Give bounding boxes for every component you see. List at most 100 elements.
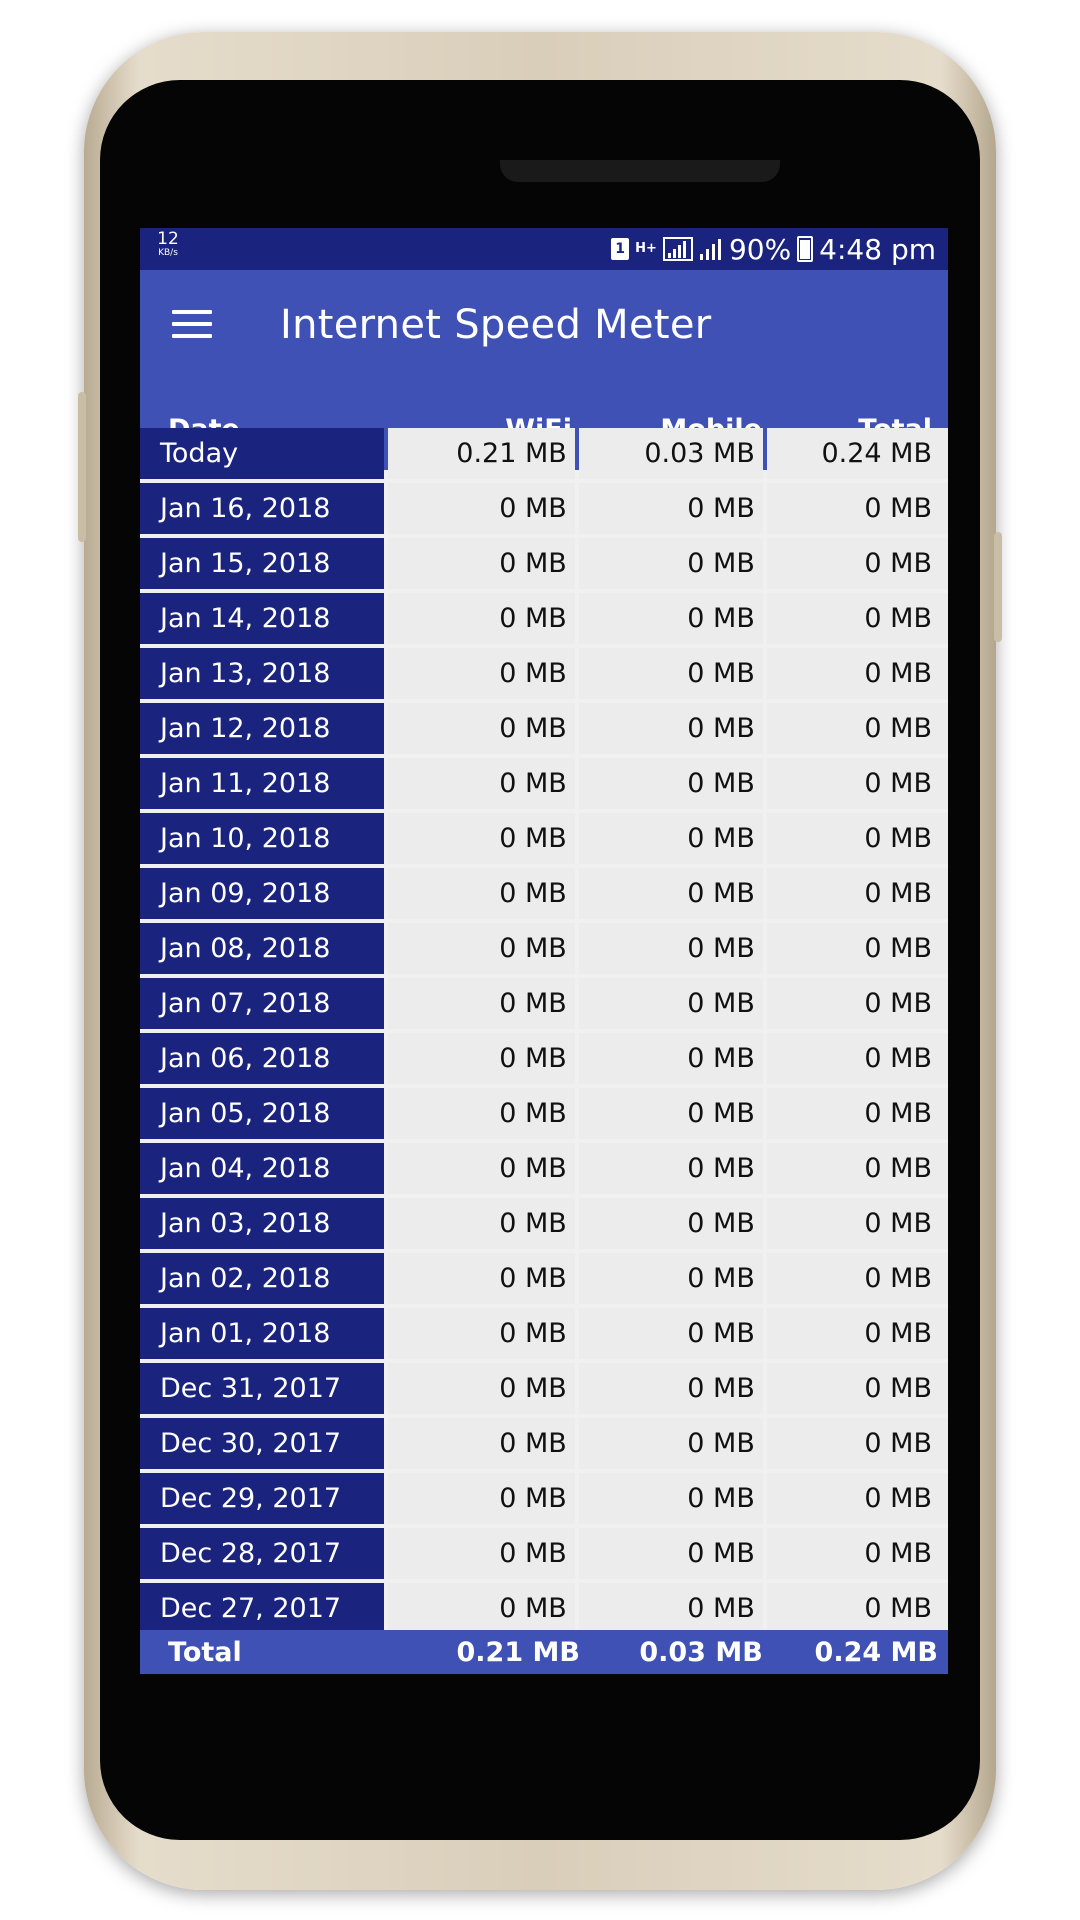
- wifi-cell: 0 MB: [387, 758, 575, 809]
- mobile-cell: 0 MB: [578, 538, 763, 589]
- table-row: Jan 06, 2018 0 MB 0 MB 0 MB: [140, 1033, 948, 1088]
- table-row: Jan 13, 2018 0 MB 0 MB 0 MB: [140, 648, 948, 703]
- total-cell: 0 MB: [766, 1198, 948, 1249]
- sim-icon: 1: [611, 238, 630, 260]
- total-cell: 0 MB: [766, 483, 948, 534]
- total-cell: 0.24 MB: [766, 428, 948, 479]
- total-cell: 0 MB: [766, 923, 948, 974]
- mobile-cell: 0 MB: [578, 1418, 763, 1469]
- date-cell: Jan 12, 2018: [140, 703, 384, 754]
- date-cell: Jan 14, 2018: [140, 593, 384, 644]
- total-cell: 0 MB: [766, 1363, 948, 1414]
- wifi-cell: 0 MB: [387, 1363, 575, 1414]
- wifi-cell: 0 MB: [387, 1253, 575, 1304]
- total-cell: 0 MB: [766, 1033, 948, 1084]
- date-cell: Dec 27, 2017: [140, 1583, 384, 1634]
- wifi-cell: 0 MB: [387, 703, 575, 754]
- signal-icon: [662, 237, 693, 261]
- status-bar: 12 KB/s 1 H+ 90% 4:48 pm: [140, 228, 948, 270]
- wifi-cell: 0 MB: [387, 1583, 575, 1634]
- signal-strength-icon: [699, 239, 721, 260]
- wifi-cell: 0 MB: [387, 1418, 575, 1469]
- total-cell: 0 MB: [766, 978, 948, 1029]
- date-cell: Jan 03, 2018: [140, 1198, 384, 1249]
- total-cell: 0 MB: [766, 1088, 948, 1139]
- table-row: Jan 12, 2018 0 MB 0 MB 0 MB: [140, 703, 948, 758]
- total-cell: 0 MB: [766, 1473, 948, 1524]
- date-cell: Today: [140, 428, 384, 479]
- table-row: Dec 31, 2017 0 MB 0 MB 0 MB: [140, 1363, 948, 1418]
- mobile-cell: 0 MB: [578, 1363, 763, 1414]
- wifi-cell: 0 MB: [387, 483, 575, 534]
- table-row: Jan 09, 2018 0 MB 0 MB 0 MB: [140, 868, 948, 923]
- speed-unit: KB/s: [158, 248, 178, 258]
- total-cell: 0 MB: [766, 868, 948, 919]
- date-cell: Jan 16, 2018: [140, 483, 384, 534]
- table-row: Dec 30, 2017 0 MB 0 MB 0 MB: [140, 1418, 948, 1473]
- wifi-cell: 0 MB: [387, 923, 575, 974]
- mobile-cell: 0 MB: [578, 1253, 763, 1304]
- table-row: Today 0.21 MB 0.03 MB 0.24 MB: [140, 428, 948, 483]
- total-cell: 0 MB: [766, 648, 948, 699]
- battery-percent: 90%: [728, 232, 792, 266]
- wifi-cell: 0 MB: [387, 813, 575, 864]
- date-cell: Jan 11, 2018: [140, 758, 384, 809]
- date-cell: Jan 01, 2018: [140, 1308, 384, 1359]
- table-row: Jan 01, 2018 0 MB 0 MB 0 MB: [140, 1308, 948, 1363]
- mobile-cell: 0.03 MB: [578, 428, 763, 479]
- wifi-cell: 0 MB: [387, 1308, 575, 1359]
- wifi-cell: 0 MB: [387, 648, 575, 699]
- total-cell: 0 MB: [766, 1583, 948, 1634]
- wifi-cell: 0 MB: [387, 1033, 575, 1084]
- footer-wifi: 0.21 MB: [456, 1636, 580, 1668]
- wifi-cell: 0 MB: [387, 1528, 575, 1579]
- total-cell: 0 MB: [766, 813, 948, 864]
- mobile-cell: 0 MB: [578, 868, 763, 919]
- date-cell: Jan 15, 2018: [140, 538, 384, 589]
- total-cell: 0 MB: [766, 538, 948, 589]
- phone-side-button: [994, 532, 1002, 642]
- total-cell: 0 MB: [766, 593, 948, 644]
- table-footer-total: Total 0.21 MB 0.03 MB 0.24 MB: [140, 1630, 948, 1674]
- date-cell: Jan 08, 2018: [140, 923, 384, 974]
- table-row: Jan 10, 2018 0 MB 0 MB 0 MB: [140, 813, 948, 868]
- wifi-cell: 0 MB: [387, 1473, 575, 1524]
- date-cell: Jan 09, 2018: [140, 868, 384, 919]
- mobile-cell: 0 MB: [578, 703, 763, 754]
- footer-mobile: 0.03 MB: [639, 1636, 763, 1668]
- wifi-cell: 0 MB: [387, 1198, 575, 1249]
- total-cell: 0 MB: [766, 1143, 948, 1194]
- table-row: Jan 15, 2018 0 MB 0 MB 0 MB: [140, 538, 948, 593]
- table-row: Jan 02, 2018 0 MB 0 MB 0 MB: [140, 1253, 948, 1308]
- total-cell: 0 MB: [766, 1528, 948, 1579]
- mobile-cell: 0 MB: [578, 1473, 763, 1524]
- mobile-cell: 0 MB: [578, 648, 763, 699]
- table-row: Jan 04, 2018 0 MB 0 MB 0 MB: [140, 1143, 948, 1198]
- date-cell: Jan 10, 2018: [140, 813, 384, 864]
- mobile-cell: 0 MB: [578, 1088, 763, 1139]
- footer-label: Total: [168, 1636, 242, 1668]
- table-row: Jan 14, 2018 0 MB 0 MB 0 MB: [140, 593, 948, 648]
- clock: 4:48 pm: [819, 232, 936, 266]
- mobile-cell: 0 MB: [578, 1033, 763, 1084]
- mobile-cell: 0 MB: [578, 1528, 763, 1579]
- date-cell: Dec 28, 2017: [140, 1528, 384, 1579]
- table-row: Dec 28, 2017 0 MB 0 MB 0 MB: [140, 1528, 948, 1583]
- wifi-cell: 0.21 MB: [387, 428, 575, 479]
- mobile-cell: 0 MB: [578, 483, 763, 534]
- network-speed-indicator: 12 KB/s: [148, 231, 188, 258]
- mobile-cell: 0 MB: [578, 593, 763, 644]
- table-row: Jan 08, 2018 0 MB 0 MB 0 MB: [140, 923, 948, 978]
- mobile-cell: 0 MB: [578, 1143, 763, 1194]
- date-cell: Dec 31, 2017: [140, 1363, 384, 1414]
- wifi-cell: 0 MB: [387, 1143, 575, 1194]
- table-row: Jan 16, 2018 0 MB 0 MB 0 MB: [140, 483, 948, 538]
- date-cell: Jan 04, 2018: [140, 1143, 384, 1194]
- table-row: Jan 07, 2018 0 MB 0 MB 0 MB: [140, 978, 948, 1033]
- date-cell: Dec 30, 2017: [140, 1418, 384, 1469]
- wifi-cell: 0 MB: [387, 1088, 575, 1139]
- network-type-icon: H+: [635, 241, 657, 256]
- table-row: Jan 03, 2018 0 MB 0 MB 0 MB: [140, 1198, 948, 1253]
- hamburger-menu-icon[interactable]: [172, 310, 212, 340]
- mobile-cell: 0 MB: [578, 978, 763, 1029]
